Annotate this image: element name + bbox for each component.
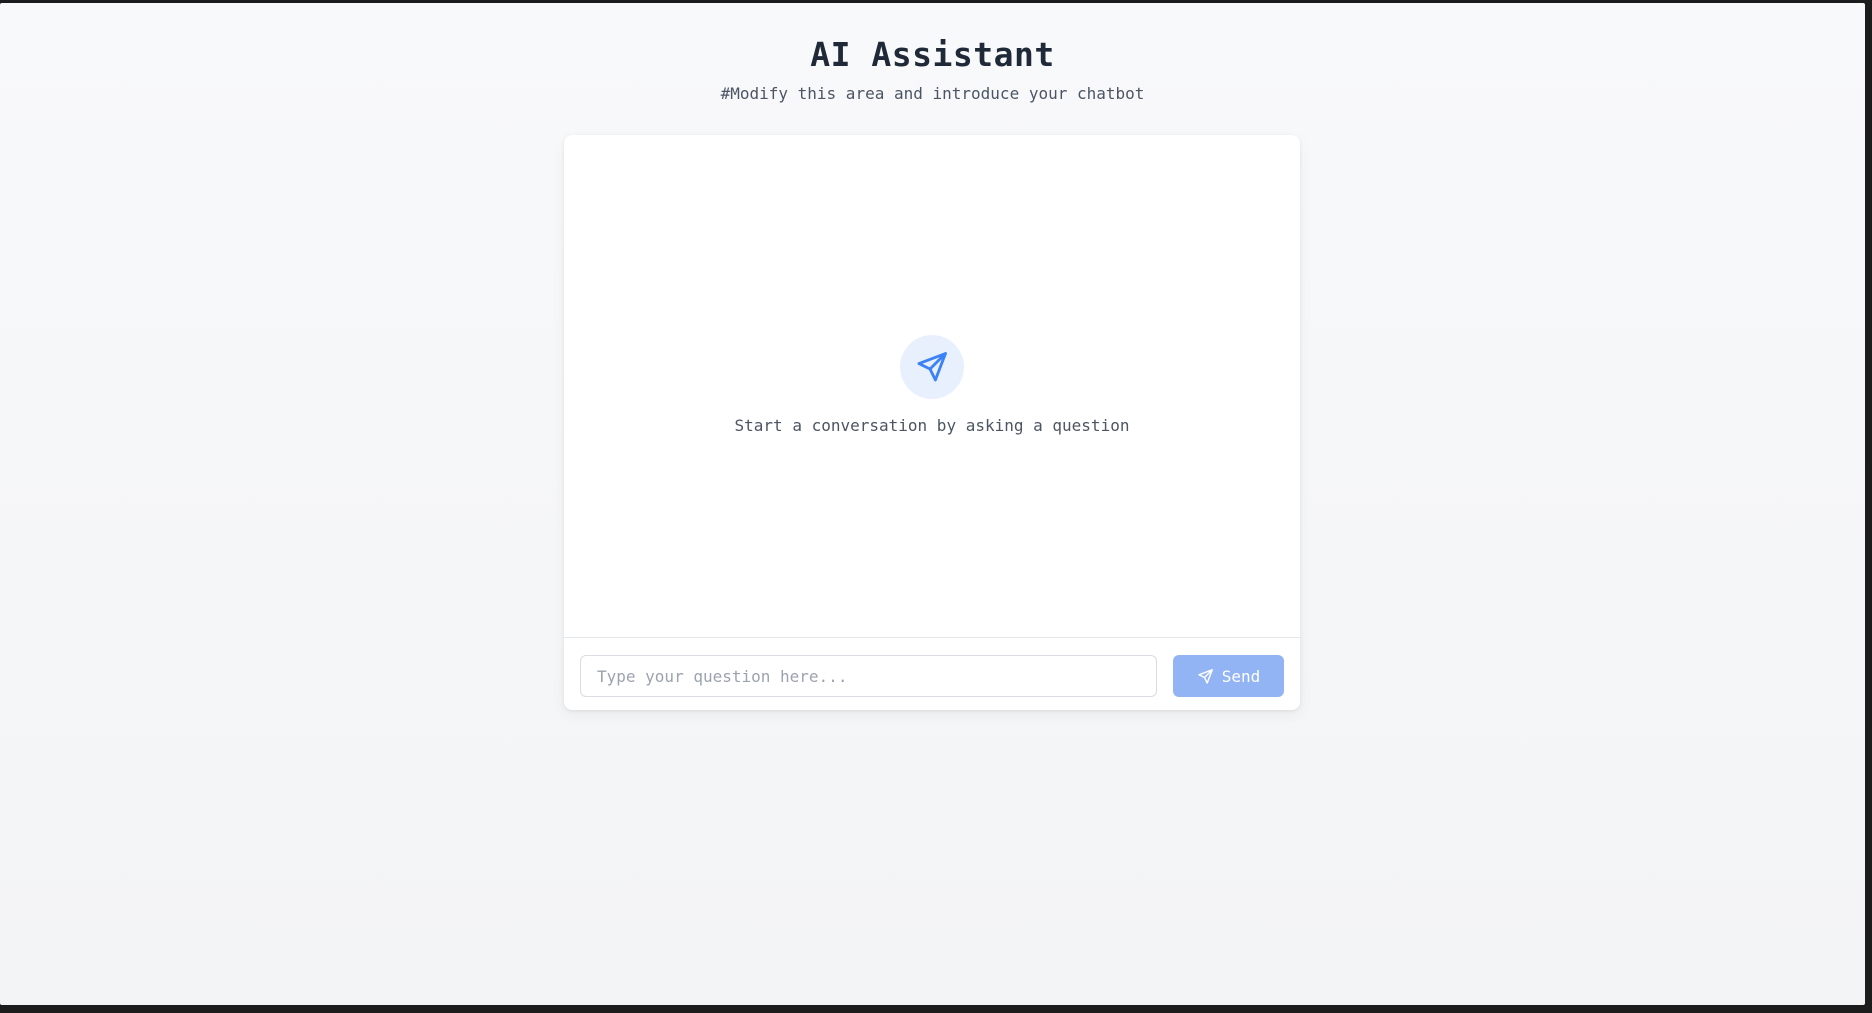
send-button[interactable]: Send	[1173, 655, 1284, 697]
send-icon	[1198, 668, 1213, 684]
page-subtitle: #Modify this area and introduce your cha…	[720, 84, 1145, 103]
app-viewport: AI Assistant #Modify this area and intro…	[0, 3, 1865, 1005]
page-header: AI Assistant #Modify this area and intro…	[0, 33, 1865, 105]
send-button-label: Send	[1221, 666, 1261, 686]
send-icon	[917, 352, 947, 382]
empty-state-icon-badge	[900, 335, 964, 399]
page-title: AI Assistant	[810, 35, 1055, 74]
empty-state-text: Start a conversation by asking a questio…	[734, 416, 1130, 435]
chat-input-bar: Send	[564, 637, 1300, 710]
chat-panel: Start a conversation by asking a questio…	[564, 135, 1300, 710]
message-area: Start a conversation by asking a questio…	[564, 135, 1300, 637]
question-input[interactable]	[580, 655, 1157, 697]
